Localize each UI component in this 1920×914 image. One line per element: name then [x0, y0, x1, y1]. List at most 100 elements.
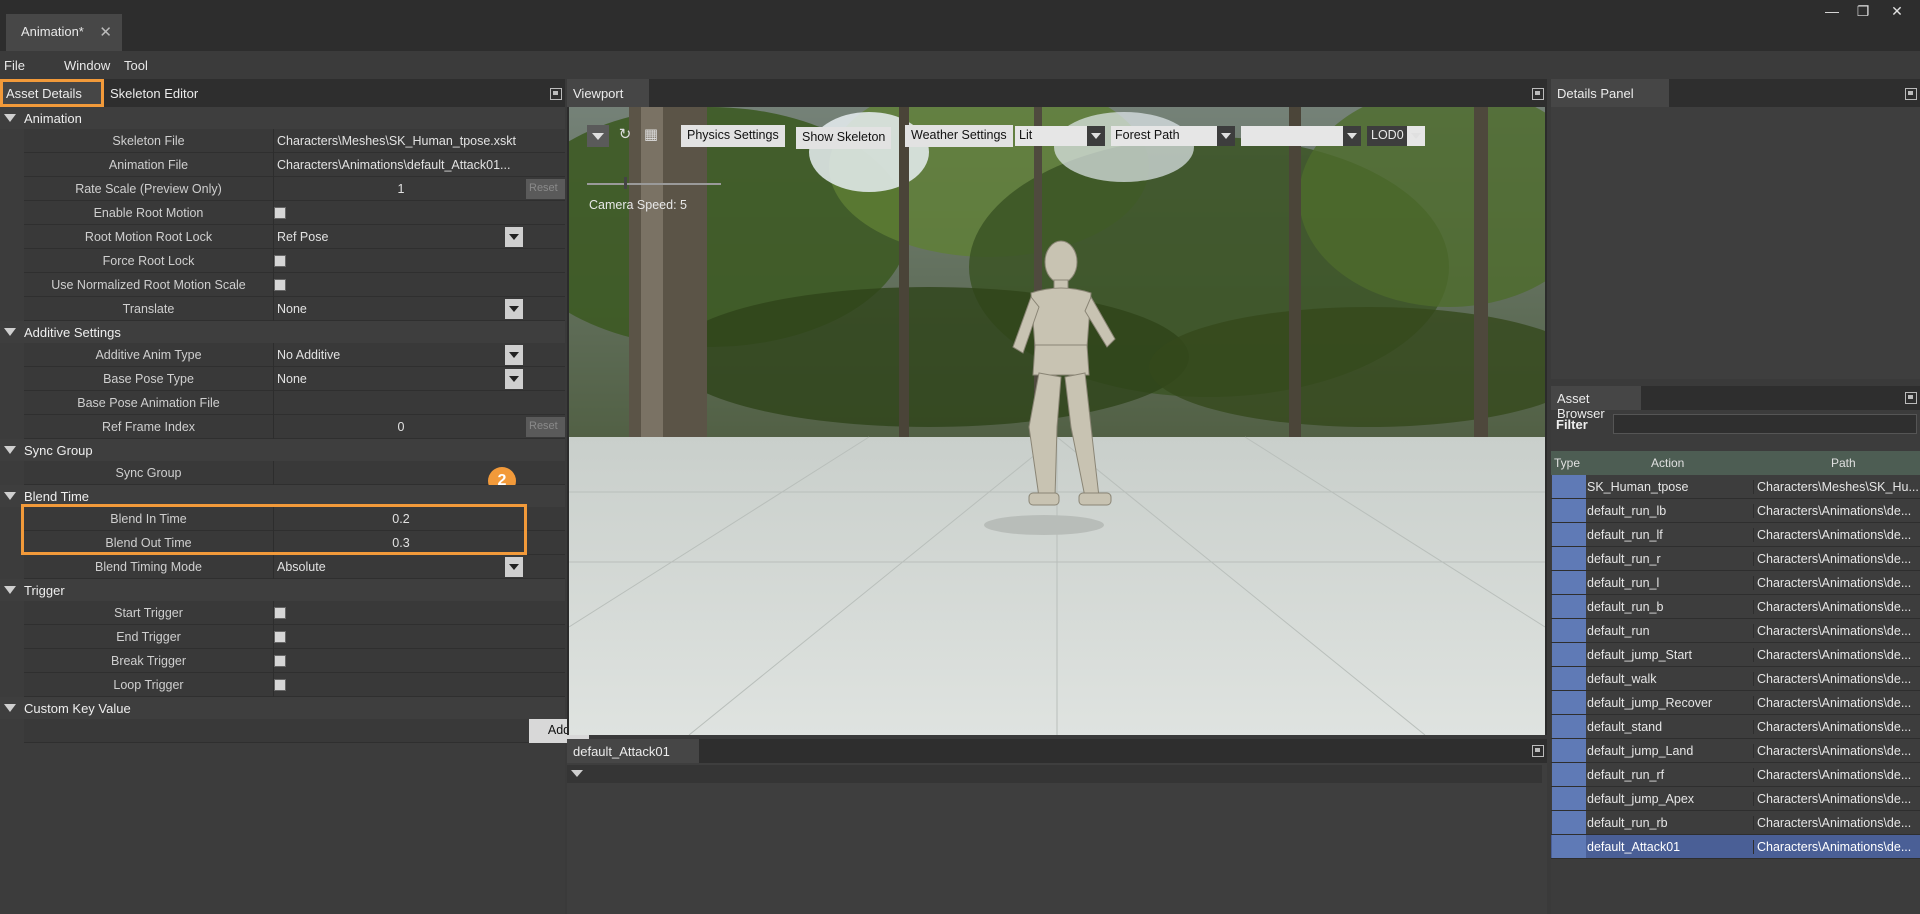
collapse-triangle-icon[interactable]	[4, 492, 16, 500]
end-trigger-checkbox[interactable]	[274, 631, 286, 643]
tab-details-panel[interactable]: Details Panel	[1551, 79, 1669, 107]
grid-icon[interactable]: ▦	[641, 125, 661, 147]
menu-tool[interactable]: Tool	[124, 58, 148, 73]
base-pose-select[interactable]: None	[273, 367, 523, 391]
use-normalized-checkbox[interactable]	[274, 279, 286, 291]
dock-icon[interactable]	[1532, 88, 1544, 100]
base-pose-file-field[interactable]	[273, 391, 523, 415]
close-window-icon[interactable]: ✕	[1885, 2, 1909, 20]
table-row[interactable]: SK_Human_tpose Characters\Meshes\SK_Hu...	[1551, 475, 1920, 499]
camera-speed-slider-handle[interactable]	[624, 177, 627, 189]
tab-default-attack01[interactable]: default_Attack01	[567, 739, 699, 763]
table-row[interactable]: default_stand Characters\Animations\de...	[1551, 715, 1920, 739]
weather-settings-button[interactable]: Weather Settings	[905, 125, 1013, 147]
section-animation[interactable]: Animation	[0, 107, 565, 129]
prop-label: Base Pose Animation File	[24, 391, 274, 415]
filter-input[interactable]	[1613, 414, 1917, 434]
table-row[interactable]: default_run_rb Characters\Animations\de..…	[1551, 811, 1920, 835]
dock-icon[interactable]	[1905, 88, 1917, 100]
translate-select[interactable]: None	[273, 297, 523, 321]
chevron-down-icon	[592, 133, 604, 140]
table-row[interactable]: default_run_rf Characters\Animations\de..…	[1551, 763, 1920, 787]
col-type[interactable]: Type	[1554, 456, 1580, 470]
menu-window[interactable]: Window	[64, 58, 110, 73]
dock-icon[interactable]	[550, 88, 562, 100]
start-trigger-checkbox[interactable]	[274, 607, 286, 619]
force-root-lock-checkbox[interactable]	[274, 255, 286, 267]
section-sync-group[interactable]: Sync Group	[0, 439, 565, 461]
collapse-triangle-icon[interactable]	[4, 446, 16, 454]
dock-icon[interactable]	[1905, 392, 1917, 404]
empty-select[interactable]	[1241, 126, 1361, 146]
table-row[interactable]: default_jump_Land Characters\Animations\d…	[1551, 739, 1920, 763]
table-row[interactable]: default_Attack01 Characters\Animations\de…	[1551, 835, 1920, 859]
collapse-triangle-icon[interactable]	[4, 114, 16, 122]
loop-trigger-checkbox[interactable]	[274, 679, 286, 691]
section-custom-key-value[interactable]: Custom Key Value	[0, 697, 565, 719]
details-panel: Details Panel	[1551, 79, 1920, 379]
asset-action-cell: default_run_lf	[1587, 528, 1663, 542]
prop-root-motion-root-lock: Root Motion Root Lock Ref Pose	[24, 225, 565, 249]
root-lock-select[interactable]: Ref Pose	[273, 225, 523, 249]
tab-viewport[interactable]: Viewport	[567, 79, 649, 107]
close-tab-icon[interactable]: ✕	[99, 23, 112, 41]
camera-speed-label: Camera Speed: 5	[589, 198, 687, 212]
skeleton-file-value[interactable]: Characters\Meshes\SK_Human_tpose.xskt	[273, 129, 523, 153]
enable-root-motion-checkbox[interactable]	[274, 207, 286, 219]
chevron-down-icon[interactable]	[505, 227, 523, 247]
section-trigger[interactable]: Trigger	[0, 579, 565, 601]
dock-icon[interactable]	[1532, 745, 1544, 757]
table-row[interactable]: default_jump_Start Characters\Animations\…	[1551, 643, 1920, 667]
section-additive[interactable]: Additive Settings	[0, 321, 565, 343]
tab-skeleton-editor[interactable]: Skeleton Editor	[104, 79, 204, 107]
collapse-triangle-icon[interactable]	[4, 586, 16, 594]
additive-type-select[interactable]: No Additive	[273, 343, 523, 367]
restore-icon[interactable]: ❐	[1851, 2, 1875, 20]
table-row[interactable]: default_run_lf Characters\Animations\de..…	[1551, 523, 1920, 547]
chevron-down-icon[interactable]	[505, 557, 523, 577]
asset-browser-header: Asset Browser	[1551, 386, 1920, 421]
reset-button[interactable]: Reset	[526, 179, 565, 199]
physics-settings-button[interactable]: Physics Settings	[681, 125, 785, 147]
chevron-down-icon[interactable]	[571, 770, 583, 777]
refresh-icon[interactable]: ↻	[615, 125, 635, 147]
col-path[interactable]: Path	[1831, 456, 1856, 470]
menu-file[interactable]: File	[4, 58, 25, 73]
show-skeleton-button[interactable]: Show Skeleton	[796, 127, 892, 149]
animation-file-value[interactable]: Characters\Animations\default_Attack01..…	[273, 153, 523, 177]
document-tab[interactable]: Animation* ✕	[6, 14, 122, 51]
table-row[interactable]: default_walk Characters\Animations\de...	[1551, 667, 1920, 691]
camera-speed-slider[interactable]	[587, 183, 721, 185]
scene-select[interactable]: Forest Path	[1111, 126, 1235, 146]
chevron-down-icon[interactable]	[505, 345, 523, 365]
table-row[interactable]: default_run_l Characters\Animations\de...	[1551, 571, 1920, 595]
rate-scale-input[interactable]: 1	[276, 177, 526, 201]
viewport-menu-button[interactable]	[587, 125, 609, 147]
reset-button[interactable]: Reset	[526, 417, 565, 437]
blend-mode-select[interactable]: Absolute	[273, 555, 523, 579]
table-row[interactable]: default_run_r Characters\Animations\de...	[1551, 547, 1920, 571]
chevron-down-icon[interactable]	[505, 369, 523, 389]
collapse-triangle-icon[interactable]	[4, 704, 16, 712]
table-row[interactable]: default_jump_Apex Characters\Animations\d…	[1551, 787, 1920, 811]
animation-asset-icon	[1552, 763, 1586, 786]
table-row[interactable]: default_run_lb Characters\Animations\de..…	[1551, 499, 1920, 523]
asset-path-cell: Characters\Animations\de...	[1753, 624, 1919, 638]
break-trigger-checkbox[interactable]	[274, 655, 286, 667]
minimize-icon[interactable]: —	[1820, 2, 1844, 20]
viewport-canvas[interactable]: ↻ ▦ Physics Settings Show Skeleton Weath…	[569, 107, 1545, 735]
prop-label: End Trigger	[24, 625, 274, 649]
lighting-mode-select[interactable]: Lit	[1015, 126, 1105, 146]
table-row[interactable]: default_jump_Recover Characters\Animation…	[1551, 691, 1920, 715]
ref-frame-input[interactable]: 0	[276, 415, 526, 439]
table-row[interactable]: default_run Characters\Animations\de...	[1551, 619, 1920, 643]
asset-path-cell: Characters\Animations\de...	[1753, 600, 1919, 614]
lod-select[interactable]: LOD0	[1367, 126, 1425, 146]
col-action[interactable]: Action	[1651, 456, 1684, 470]
chevron-down-icon[interactable]	[505, 299, 523, 319]
tab-asset-browser[interactable]: Asset Browser	[1551, 386, 1641, 421]
sync-group-field[interactable]	[273, 461, 523, 485]
collapse-triangle-icon[interactable]	[4, 328, 16, 336]
table-row[interactable]: default_run_b Characters\Animations\de...	[1551, 595, 1920, 619]
prop-label: Animation File	[24, 153, 274, 177]
